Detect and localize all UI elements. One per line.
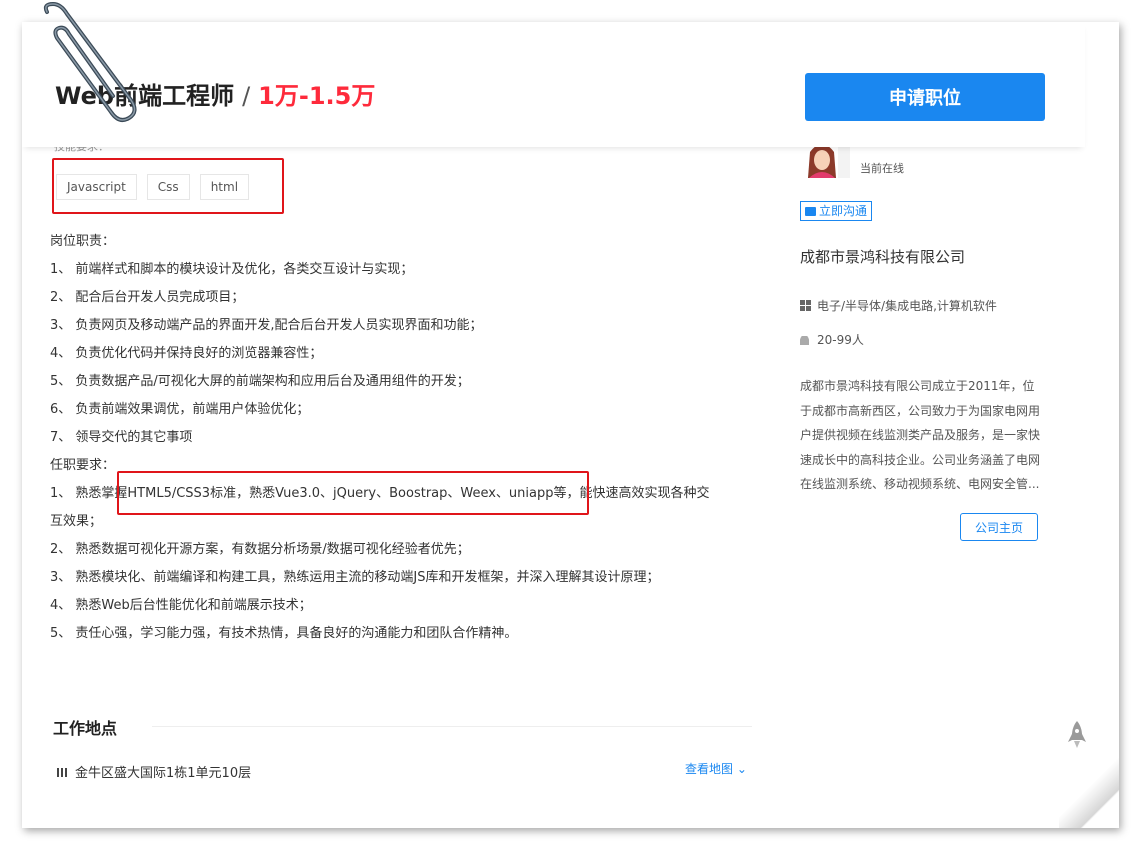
description-line: 4、 负责优化代码并保持良好的浏览器兼容性； — [50, 346, 323, 361]
building-icon — [57, 768, 67, 777]
description-line: 4、 熟悉Web后台性能优化和前端展示技术； — [50, 598, 312, 613]
company-desc-line: 在线监测系统、移动视频系统、电网安全管... — [800, 477, 1040, 491]
description-line: 5、 责任心强，学习能力强，有技术热情，具备良好的沟通能力和团队合作精神。 — [50, 626, 518, 641]
job-header: Web前端工程师/1万-1.5万 申请职位 — [22, 22, 1085, 147]
chat-icon — [805, 206, 816, 216]
company-desc-line: 于成都市高新西区，公司致力于为国家电网用 — [800, 403, 1041, 418]
highlight-box-skills — [52, 158, 284, 214]
company-name[interactable]: 成都市景鸿科技有限公司 — [800, 246, 965, 267]
title-separator: / — [242, 82, 251, 110]
size-text: 20-99人 — [817, 333, 864, 347]
page-container: Web前端工程师/1万-1.5万 申请职位 技能要求： Javascript C… — [22, 22, 1119, 828]
user-icon — [800, 336, 809, 345]
description-line: 岗位职责： — [50, 234, 116, 249]
work-address: 金牛区盛大国际1栋1单元10层 — [57, 762, 251, 781]
job-description: 岗位职责： 1、 前端样式和脚本的模块设计及优化，各类交互设计与实现； 2、 配… — [50, 228, 750, 648]
description-line: 2、 配合后台开发人员完成项目； — [50, 290, 245, 305]
highlight-box-requirements — [117, 471, 589, 515]
company-desc-line: 速成长中的高科技企业。公司业务涵盖了电网 — [800, 452, 1041, 467]
view-map-label: 查看地图 — [685, 762, 734, 776]
back-to-top-rocket-icon[interactable] — [1067, 720, 1087, 750]
description-line: 7、 领导交代的其它事项 — [50, 430, 193, 445]
description-line: 6、 负责前端效果调优，前端用户体验优化； — [50, 402, 310, 417]
company-home-button[interactable]: 公司主页 — [960, 513, 1038, 541]
description-line: 5、 负责数据产品/可视化大屏的前端架构和应用后台及通用组件的开发； — [50, 374, 470, 389]
grid-icon — [800, 300, 811, 311]
chevron-down-icon: ⌄ — [736, 762, 747, 776]
address-text: 金牛区盛大国际1栋1单元10层 — [75, 766, 252, 781]
description-line: 2、 熟悉数据可视化开源方案，有数据分析场景/数据可视化经验者优先； — [50, 542, 470, 557]
job-detail-page: Web前端工程师/1万-1.5万 申请职位 技能要求： Javascript C… — [22, 22, 1119, 828]
description-line: 3、 负责网页及移动端产品的界面开发,配合后台开发人员实现界面和功能； — [50, 318, 483, 333]
description-line: 3、 熟悉模块化、前端编译和构建工具，熟练运用主流的移动端JS库和开发框架，并深… — [50, 570, 660, 585]
apply-button[interactable]: 申请职位 — [805, 73, 1045, 121]
industry-text: 电子/半导体/集成电路,计算机软件 — [817, 299, 997, 313]
company-description: 成都市景鸿科技有限公司成立于2011年，位 于成都市高新西区，公司致力于为国家电… — [800, 374, 1045, 497]
company-industry: 电子/半导体/集成电路,计算机软件 — [800, 297, 997, 314]
company-desc-line: 成都市景鸿科技有限公司成立于2011年，位 — [800, 379, 1035, 393]
section-divider — [152, 726, 752, 727]
work-location-title: 工作地点 — [53, 719, 118, 738]
description-line: 1、 前端样式和脚本的模块设计及优化，各类交互设计与实现； — [50, 262, 414, 277]
salary: 1万-1.5万 — [258, 82, 376, 110]
paperclip-icon — [35, 0, 145, 125]
company-desc-line: 户提供视频在线监测类产品及服务，是一家快 — [800, 428, 1041, 442]
chat-button[interactable]: 立即沟通 — [800, 201, 873, 221]
chat-label: 立即沟通 — [819, 204, 868, 218]
page-curl — [1059, 758, 1119, 828]
view-map-link[interactable]: 查看地图 ⌄ — [685, 760, 747, 777]
online-status: 当前在线 — [860, 162, 904, 175]
company-size: 20-99人 — [800, 331, 864, 348]
